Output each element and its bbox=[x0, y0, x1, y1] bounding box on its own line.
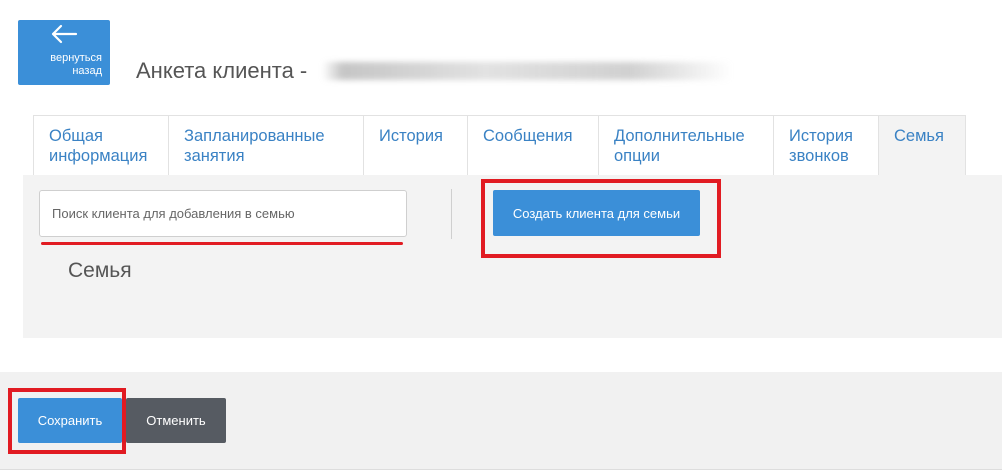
family-search-input[interactable] bbox=[39, 190, 407, 237]
client-profile-page: вернуться назад Анкета клиента - Общая и… bbox=[0, 0, 1002, 470]
tab-messages[interactable]: Сообщения bbox=[467, 115, 599, 175]
arrow-left-icon bbox=[18, 24, 102, 52]
vertical-divider bbox=[451, 189, 452, 239]
save-button[interactable]: Сохранить bbox=[18, 398, 122, 443]
tab-scheduled-lessons[interactable]: Запланированные занятия bbox=[168, 115, 364, 175]
back-button[interactable]: вернуться назад bbox=[18, 20, 110, 85]
redacted-client-name bbox=[322, 62, 732, 80]
tab-additional-options[interactable]: Дополнительные опции bbox=[598, 115, 774, 175]
tab-general-info[interactable]: Общая информация bbox=[33, 115, 169, 175]
tab-label: Общая информация bbox=[49, 127, 148, 165]
tab-family[interactable]: Семья bbox=[878, 115, 966, 175]
tab-label: Сообщения bbox=[483, 127, 573, 145]
create-family-client-button[interactable]: Создать клиента для семьи bbox=[493, 190, 700, 236]
tab-label: История звонков bbox=[789, 127, 853, 165]
back-button-label: вернуться назад bbox=[50, 52, 102, 77]
tab-label: История bbox=[379, 127, 443, 145]
family-heading: Семья bbox=[68, 259, 132, 282]
page-title: Анкета клиента - bbox=[136, 58, 308, 83]
tab-bar: Общая информация Запланированные занятия… bbox=[33, 115, 966, 175]
family-panel: Создать клиента для семьи Семья bbox=[23, 175, 1002, 338]
tab-call-history[interactable]: История звонков bbox=[773, 115, 879, 175]
tab-label: Семья bbox=[894, 127, 944, 145]
cancel-button[interactable]: Отменить bbox=[126, 398, 226, 443]
footer-bar: Сохранить Отменить bbox=[0, 372, 1002, 470]
tab-history[interactable]: История bbox=[363, 115, 468, 175]
tab-label: Дополнительные опции bbox=[614, 127, 745, 165]
highlight-underline bbox=[41, 242, 403, 245]
tab-label: Запланированные занятия bbox=[184, 127, 325, 165]
